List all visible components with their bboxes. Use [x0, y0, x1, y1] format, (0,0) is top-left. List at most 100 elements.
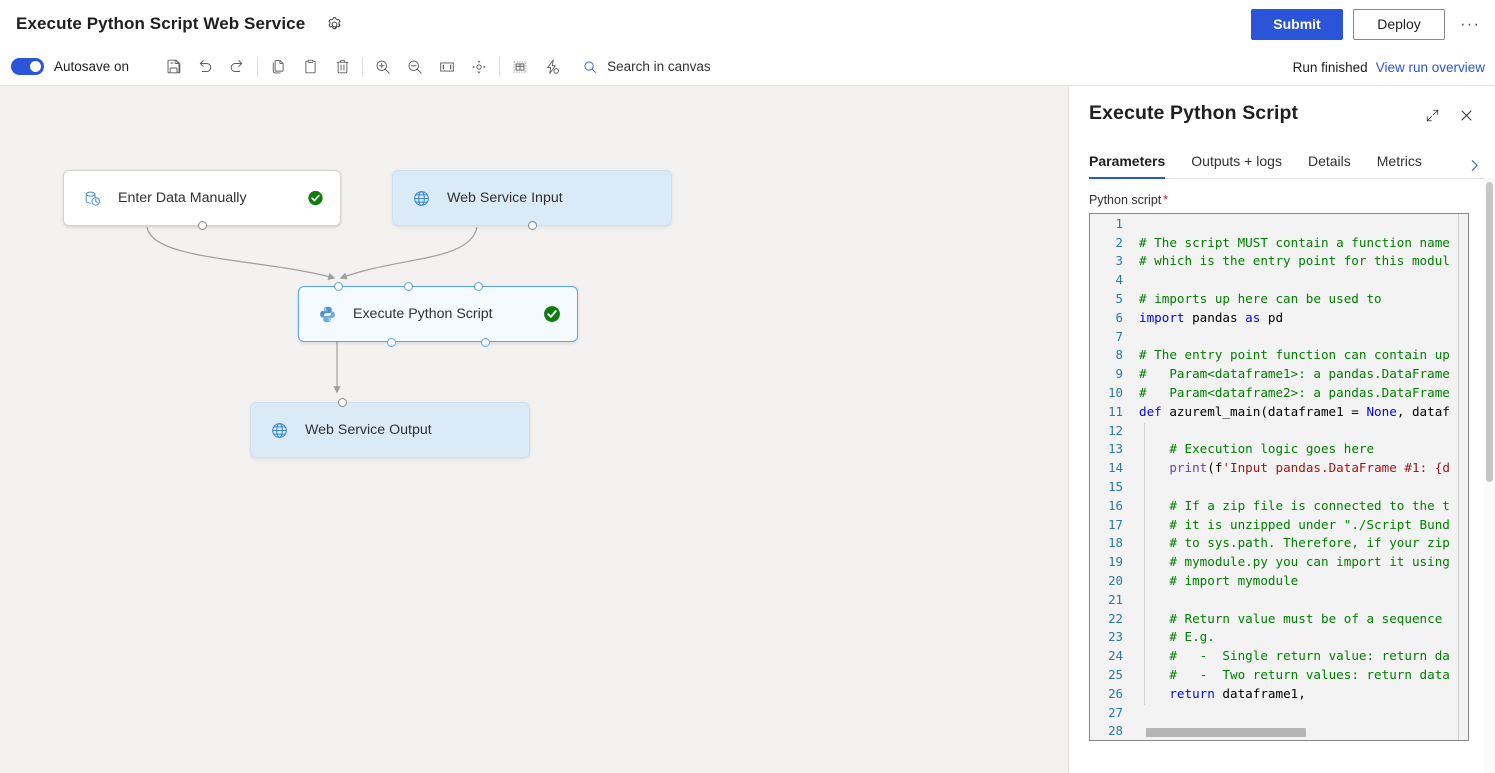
output-port[interactable]: [197, 221, 207, 230]
autosave-switch[interactable]: [11, 58, 44, 75]
code-line[interactable]: 1: [1090, 214, 1468, 233]
input-port-3[interactable]: [474, 281, 483, 291]
paste-button[interactable]: [294, 52, 326, 82]
code-line[interactable]: 2 # The script MUST contain a function na…: [1090, 233, 1468, 252]
autosave-toggle[interactable]: Autosave on: [11, 58, 129, 75]
output-port[interactable]: [527, 221, 537, 230]
node-enter-data-manually[interactable]: Enter Data Manually: [63, 170, 341, 230]
code-line[interactable]: 14 print(f'Input pandas.DataFrame #1: {d: [1090, 458, 1468, 477]
tab-overflow-button[interactable]: [1467, 158, 1482, 173]
code-line[interactable]: 27: [1090, 703, 1468, 722]
tab-outputs-logs[interactable]: Outputs + logs: [1191, 153, 1282, 178]
code-line[interactable]: 3 # which is the entry point for this mod…: [1090, 252, 1468, 271]
code-line[interactable]: 15: [1090, 477, 1468, 496]
zoom-in-button[interactable]: [367, 52, 399, 82]
line-number: 12: [1108, 422, 1123, 438]
code-text: import pandas as pd: [1139, 309, 1284, 325]
node-web-service-input[interactable]: Web Service Input: [392, 170, 672, 230]
input-port-1[interactable]: [334, 281, 343, 291]
top-bar: Execute Python Script Web Service Submit…: [0, 0, 1495, 48]
node-web-service-output[interactable]: Web Service Output: [250, 398, 530, 458]
input-port-2[interactable]: [404, 281, 413, 291]
page-title: Execute Python Script Web Service: [16, 14, 306, 33]
panel-vertical-scrollbar[interactable]: [1486, 182, 1493, 482]
edge-ws-input-to-python: [339, 226, 478, 280]
code-lines-container[interactable]: 1 2 # The script MUST contain a function n…: [1090, 214, 1468, 740]
input-port[interactable]: [338, 398, 347, 407]
canvas-search[interactable]: [582, 52, 796, 82]
code-line[interactable]: 25 # - Two return values: return data: [1090, 665, 1468, 684]
line-number: 17: [1108, 516, 1123, 532]
run-status-area: Run finished View run overview: [1293, 48, 1485, 86]
close-icon: [1461, 110, 1471, 120]
zoom-out-button[interactable]: [399, 52, 431, 82]
code-line[interactable]: 6 import pandas as pd: [1090, 308, 1468, 327]
line-number: 23: [1108, 629, 1123, 645]
editor-horizontal-scrollbar[interactable]: [1146, 728, 1306, 737]
close-panel-button[interactable]: [1451, 100, 1481, 130]
panel-header-actions: [1417, 100, 1481, 130]
copy-button[interactable]: [262, 52, 294, 82]
code-text: print(f'Input pandas.DataFrame #1: {d: [1169, 460, 1450, 476]
python-icon: [316, 305, 338, 324]
code-line[interactable]: 26 return dataframe1,: [1090, 684, 1468, 703]
code-text: # imports up here can be used to: [1139, 291, 1382, 307]
delete-button[interactable]: [326, 52, 358, 82]
reset-view-button[interactable]: [463, 52, 495, 82]
line-number: 19: [1108, 554, 1123, 570]
line-number: 25: [1108, 667, 1123, 683]
redo-button[interactable]: [221, 52, 253, 82]
tab-parameters[interactable]: Parameters: [1089, 153, 1166, 179]
code-text: # - Single return value: return da: [1169, 648, 1450, 664]
search-input[interactable]: [605, 58, 796, 75]
tab-details[interactable]: Details: [1308, 153, 1351, 178]
code-line[interactable]: 19 # mymodule.py you can import it using: [1090, 552, 1468, 571]
python-script-field-label: Python script *: [1089, 193, 1495, 207]
code-line[interactable]: 4: [1090, 270, 1468, 289]
line-number: 20: [1108, 573, 1123, 589]
enter-data-icon: [81, 189, 103, 208]
code-line[interactable]: 11 def azureml_main(dataframe1 = None, da…: [1090, 402, 1468, 421]
code-line[interactable]: 10 # Param<dataframe2>: a pandas.DataFram…: [1090, 383, 1468, 402]
code-text: # Return value must be of a sequence: [1169, 610, 1443, 626]
globe-icon: [410, 189, 432, 208]
code-line[interactable]: 17 # it is unzipped under "./Script Bund: [1090, 515, 1468, 534]
output-port-1[interactable]: [387, 337, 396, 347]
more-options-button[interactable]: ···: [1455, 9, 1485, 39]
code-text: # it is unzipped under "./Script Bund: [1169, 516, 1450, 532]
auto-layout-button[interactable]: [504, 52, 536, 82]
run-settings-button[interactable]: [536, 52, 568, 82]
submit-button[interactable]: Submit: [1251, 8, 1343, 40]
code-line[interactable]: 13 # Execution logic goes here: [1090, 440, 1468, 459]
output-port-2[interactable]: [481, 337, 490, 347]
deploy-button[interactable]: Deploy: [1353, 8, 1445, 40]
save-button[interactable]: [157, 52, 189, 82]
python-script-editor[interactable]: 1 2 # The script MUST contain a function n…: [1089, 213, 1469, 741]
code-text: # to sys.path. Therefore, if your zip: [1169, 535, 1450, 551]
code-line[interactable]: 16 # If a zip file is connected to the t: [1090, 496, 1468, 515]
undo-button[interactable]: [189, 52, 221, 82]
code-line[interactable]: 22 # Return value must be of a sequence: [1090, 609, 1468, 628]
view-run-overview-link[interactable]: View run overview: [1376, 60, 1485, 75]
code-line[interactable]: 18 # to sys.path. Therefore, if your zip: [1090, 534, 1468, 553]
code-line[interactable]: 24 # - Single return value: return da: [1090, 646, 1468, 665]
code-line[interactable]: 8 # The entry point function can contain …: [1090, 346, 1468, 365]
code-line[interactable]: 9 # Param<dataframe1>: a pandas.DataFrame: [1090, 364, 1468, 383]
delete-icon: [336, 60, 349, 74]
code-line[interactable]: 5 # imports up here can be used to: [1090, 289, 1468, 308]
panel-header: Execute Python Script: [1069, 86, 1495, 125]
expand-panel-button[interactable]: [1417, 100, 1447, 130]
fit-to-screen-button[interactable]: [431, 52, 463, 82]
code-line[interactable]: 21: [1090, 590, 1468, 609]
code-line[interactable]: 12: [1090, 421, 1468, 440]
settings-gear-button[interactable]: [321, 11, 347, 37]
pipeline-canvas[interactable]: Enter Data Manually Web Service Input Ex…: [0, 86, 1068, 773]
code-line[interactable]: 20 # import mymodule: [1090, 571, 1468, 590]
tab-metrics[interactable]: Metrics: [1377, 153, 1422, 178]
node-execute-python-script[interactable]: Execute Python Script: [298, 281, 578, 347]
code-line[interactable]: 7: [1090, 327, 1468, 346]
command-bar: Autosave on Search in canvas Run finishe…: [0, 48, 1495, 86]
line-number: 18: [1108, 535, 1123, 551]
canvas-toolbar: [157, 52, 568, 82]
code-line[interactable]: 23 # E.g.: [1090, 628, 1468, 647]
